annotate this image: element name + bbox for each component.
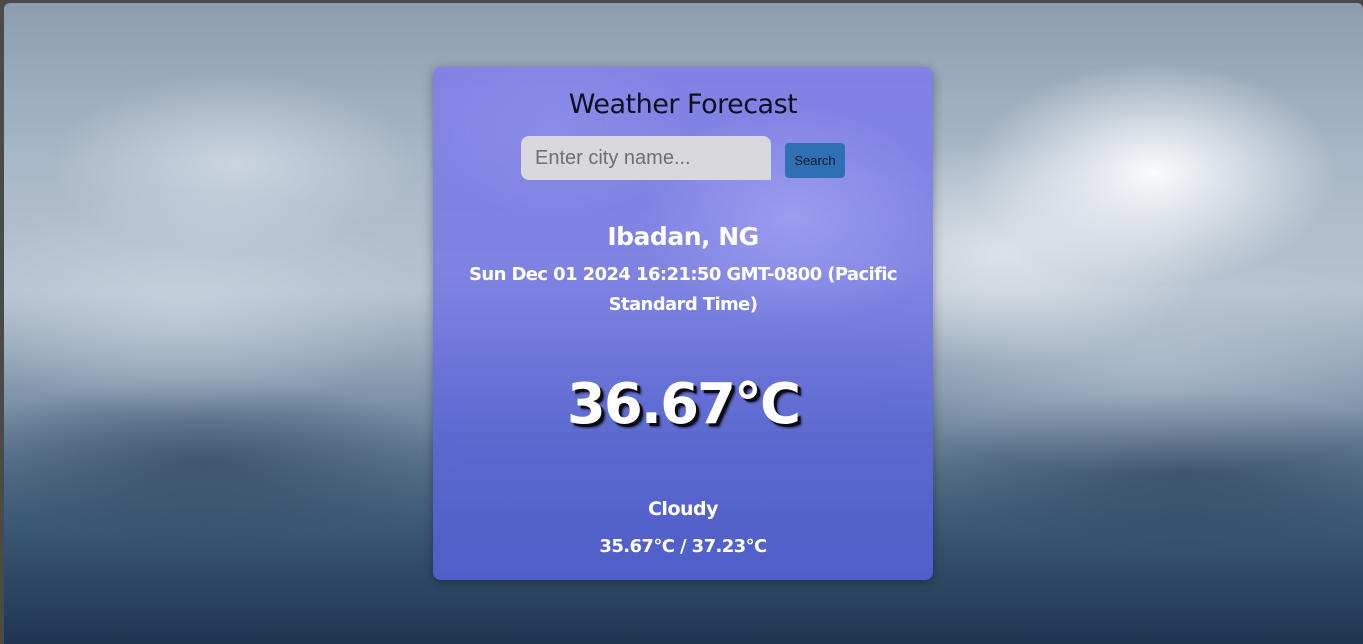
date-time: Sun Dec 01 2024 16:21:50 GMT-0800 (Pacif… <box>469 264 898 315</box>
current-temperature: 36.67°C <box>566 372 801 437</box>
search-button[interactable]: Search <box>785 143 845 178</box>
weather-condition: Cloudy <box>647 498 719 520</box>
city-search-input[interactable] <box>521 136 771 180</box>
app-title: Weather Forecast <box>568 89 798 120</box>
temperature-range: 35.67°C / 37.23°C <box>599 536 767 557</box>
weather-card: Weather Forecast Search Ibadan, NG Sun D… <box>433 67 933 580</box>
city-name: Ibadan, NG <box>607 222 759 251</box>
